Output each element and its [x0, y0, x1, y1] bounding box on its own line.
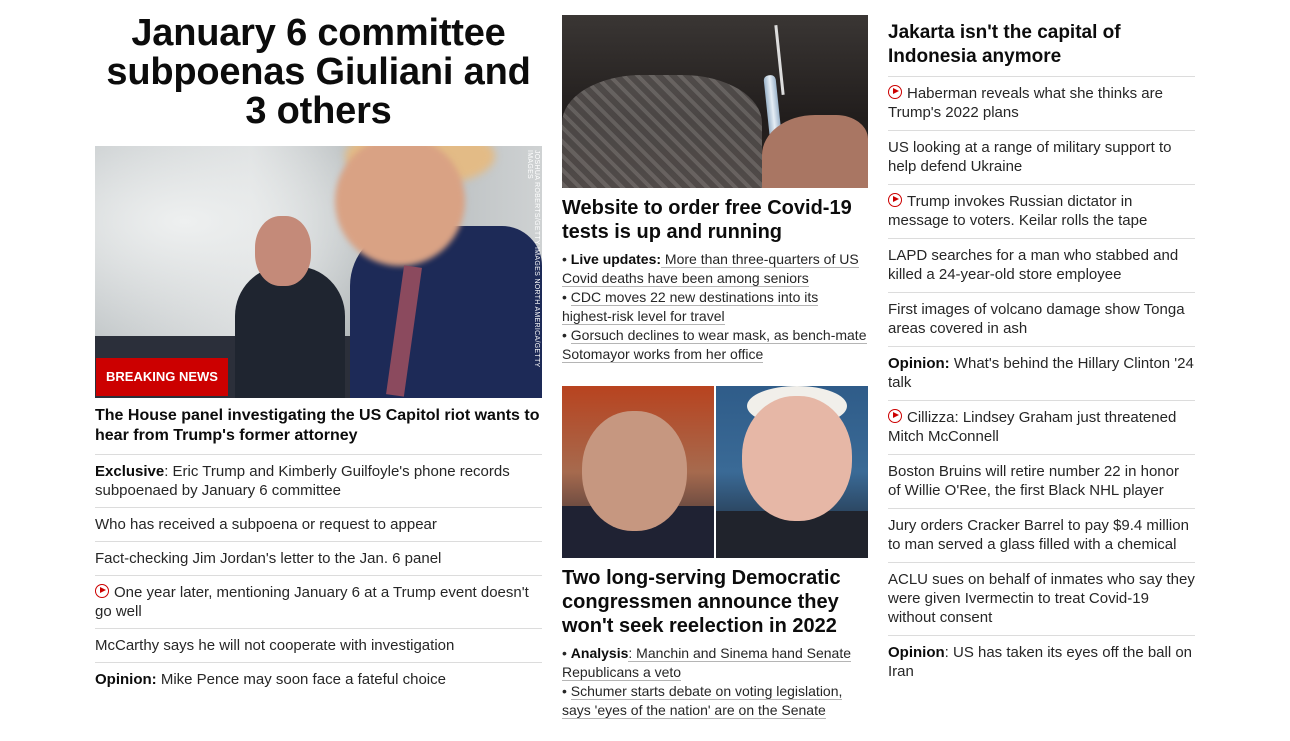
bullet-label: Live updates: — [570, 251, 662, 267]
bullet-dot: • — [562, 327, 571, 343]
bullet-text: Schumer starts debate on voting legislat… — [562, 683, 843, 719]
item-text: Mike Pence may soon face a fateful choic… — [156, 671, 446, 688]
list-item[interactable]: Haberman reveals what she thinks are Tru… — [888, 77, 1195, 131]
list-item[interactable]: Cillizza: Lindsey Graham just threatened… — [888, 401, 1195, 455]
bullet-link[interactable]: • Live updates: More than three-quarters… — [562, 250, 868, 288]
bullet-label: Analysis — [570, 645, 629, 661]
item-text: One year later, mentioning January 6 at … — [95, 584, 529, 620]
video-play-icon — [888, 409, 902, 423]
item-text: Fact-checking Jim Jordan's letter to the… — [95, 550, 442, 567]
middle-column: Website to order free Covid-19 tests is … — [562, 0, 868, 720]
video-play-icon — [888, 85, 902, 99]
item-text: ACLU sues on behalf of inmates who say t… — [888, 571, 1195, 626]
video-play-icon — [95, 584, 109, 598]
item-text: Boston Bruins will retire number 22 in h… — [888, 463, 1179, 499]
bullet-link[interactable]: • Analysis: Manchin and Sinema hand Sena… — [562, 644, 868, 682]
item-text: McCarthy says he will not cooperate with… — [95, 637, 455, 654]
item-label: Opinion: — [888, 355, 950, 372]
item-label: Opinion: — [95, 671, 157, 688]
item-text: Jury orders Cracker Barrel to pay $9.4 m… — [888, 517, 1189, 553]
congressmen-image[interactable] — [562, 386, 868, 558]
image-credit: JOSHUA ROBERTS/GETTY IMAGES NORTH AMERIC… — [526, 150, 540, 368]
congressmen-headline[interactable]: Two long-serving Democratic congressmen … — [562, 566, 868, 638]
list-item[interactable]: Boston Bruins will retire number 22 in h… — [888, 455, 1195, 509]
bullet-dot: • — [562, 683, 571, 699]
jakarta-headline[interactable]: Jakarta isn't the capital of Indonesia a… — [888, 21, 1195, 77]
covid-test-image[interactable] — [562, 15, 868, 188]
bullet-dot: • — [562, 251, 571, 267]
item-text: US looking at a range of military suppor… — [888, 139, 1172, 175]
item-text: First images of volcano damage show Tong… — [888, 301, 1185, 337]
list-item[interactable]: Exclusive: Eric Trump and Kimberly Guilf… — [95, 455, 542, 508]
bullet-dot: • — [562, 289, 571, 305]
bullet-text: Gorsuch declines to wear mask, as bench-… — [562, 327, 867, 363]
congressmen-bullets: • Analysis: Manchin and Sinema hand Sena… — [562, 644, 868, 720]
main-sub-headline[interactable]: The House panel investigating the US Cap… — [95, 406, 542, 455]
list-item[interactable]: Opinion: US has taken its eyes off the b… — [888, 636, 1195, 689]
list-item[interactable]: Who has received a subpoena or request t… — [95, 508, 542, 542]
item-label: Opinion — [888, 644, 945, 661]
list-item[interactable]: Jury orders Cracker Barrel to pay $9.4 m… — [888, 509, 1195, 563]
list-item[interactable]: LAPD searches for a man who stabbed and … — [888, 239, 1195, 293]
list-item[interactable]: Opinion: What's behind the Hillary Clint… — [888, 347, 1195, 401]
bullet-link[interactable]: • CDC moves 22 new destinations into its… — [562, 288, 868, 326]
item-text: Trump invokes Russian dictator in messag… — [888, 193, 1148, 229]
video-play-icon — [888, 193, 902, 207]
related-links-list: Exclusive: Eric Trump and Kimberly Guilf… — [95, 455, 542, 696]
item-text: Who has received a subpoena or request t… — [95, 516, 437, 533]
main-story-image[interactable]: JOSHUA ROBERTS/GETTY IMAGES NORTH AMERIC… — [95, 146, 542, 398]
bullet-link[interactable]: • Schumer starts debate on voting legisl… — [562, 682, 868, 720]
list-item[interactable]: ACLU sues on behalf of inmates who say t… — [888, 563, 1195, 636]
bullet-dot: • — [562, 645, 571, 661]
bullet-link[interactable]: • Gorsuch declines to wear mask, as benc… — [562, 326, 868, 364]
item-text: LAPD searches for a man who stabbed and … — [888, 247, 1179, 283]
item-text: Cillizza: Lindsey Graham just threatened… — [888, 409, 1177, 445]
list-item[interactable]: US looking at a range of military suppor… — [888, 131, 1195, 185]
bullet-text: CDC moves 22 new destinations into its h… — [562, 289, 819, 325]
breaking-news-badge: BREAKING NEWS — [96, 358, 228, 396]
covid-bullets: • Live updates: More than three-quarters… — [562, 250, 868, 364]
item-text: Haberman reveals what she thinks are Tru… — [888, 85, 1163, 121]
list-item[interactable]: Fact-checking Jim Jordan's letter to the… — [95, 542, 542, 576]
headline-list: Haberman reveals what she thinks are Tru… — [888, 77, 1195, 689]
main-story-column: January 6 committee subpoenas Giuliani a… — [95, 0, 542, 696]
item-label: Exclusive — [95, 463, 165, 480]
covid-tests-headline[interactable]: Website to order free Covid-19 tests is … — [562, 196, 868, 244]
right-column: Jakarta isn't the capital of Indonesia a… — [888, 0, 1195, 689]
main-headline[interactable]: January 6 committee subpoenas Giuliani a… — [95, 14, 542, 131]
list-item[interactable]: Trump invokes Russian dictator in messag… — [888, 185, 1195, 239]
list-item[interactable]: McCarthy says he will not cooperate with… — [95, 629, 542, 663]
list-item[interactable]: Opinion: Mike Pence may soon face a fate… — [95, 663, 542, 696]
list-item[interactable]: One year later, mentioning January 6 at … — [95, 576, 542, 629]
list-item[interactable]: First images of volcano damage show Tong… — [888, 293, 1195, 347]
